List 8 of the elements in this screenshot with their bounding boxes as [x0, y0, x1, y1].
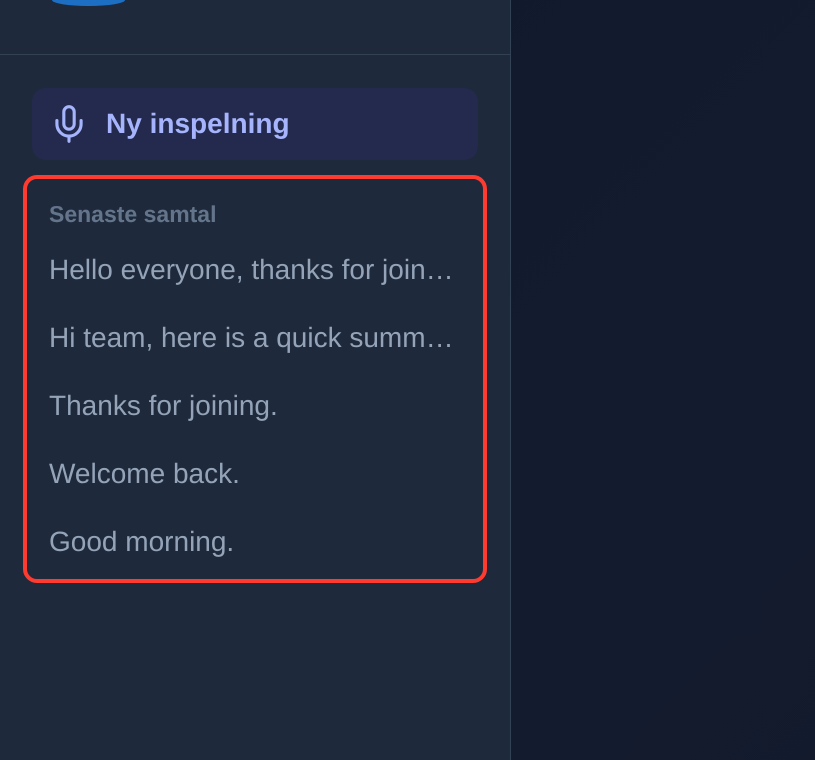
conversation-item[interactable]: Good morning.: [49, 508, 234, 576]
microphone-icon: [55, 105, 83, 143]
conversation-item[interactable]: Thanks for joining.: [49, 372, 278, 440]
conversation-item[interactable]: Hello everyone, thanks for join…: [49, 236, 454, 304]
conversation-item[interactable]: Hi team, here is a quick summ…: [49, 304, 454, 372]
new-recording-button[interactable]: Ny inspelning: [32, 88, 478, 160]
conversation-item[interactable]: Welcome back.: [49, 440, 240, 508]
section-heading: Senaste samtal: [49, 201, 216, 227]
